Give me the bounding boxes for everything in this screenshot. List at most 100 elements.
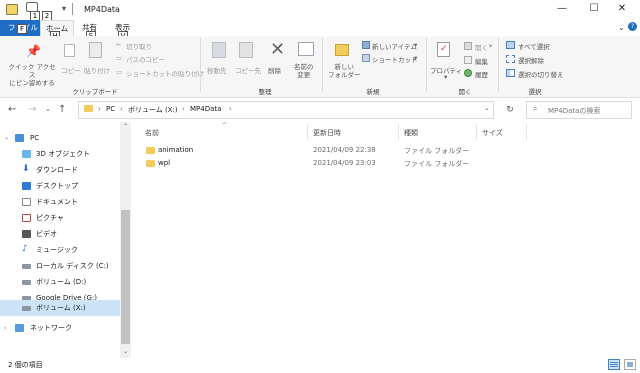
move-to-icon [212, 42, 226, 58]
column-divider[interactable] [476, 124, 477, 140]
minimize-button[interactable]: — [552, 2, 572, 16]
list-item[interactable]: wpl 2021/04/09 23:03 ファイル フォルダー [140, 158, 500, 171]
new-item-button[interactable]: 新しいアイテム [372, 41, 417, 51]
details-view-icon [610, 362, 618, 363]
move-to-button[interactable]: 移動先 [207, 65, 227, 75]
open-button[interactable]: 開く [475, 42, 488, 52]
new-folder-button[interactable]: 新しい フォルダー [328, 63, 361, 79]
nav-item-volume-x[interactable]: ボリューム (X:) [0, 300, 120, 316]
breadcrumb-pc[interactable]: PC [106, 105, 115, 113]
select-none-button[interactable]: 選択解除 [518, 55, 544, 65]
chevron-right-icon[interactable]: › [229, 105, 232, 113]
column-divider[interactable] [307, 124, 308, 140]
status-bar [0, 358, 640, 373]
documents-icon [22, 198, 31, 206]
nav-item-label: ミュージック [36, 246, 78, 254]
ribbon-collapse-icon[interactable]: ⌄ [618, 23, 625, 32]
shortcut-button[interactable]: ショートカット [372, 54, 418, 64]
copy-button[interactable]: コピー [61, 65, 81, 75]
nav-item-pictures[interactable]: ピクチャ [0, 210, 120, 226]
forward-arrow-icon[interactable]: → [28, 104, 36, 115]
paste-shortcut-icon: ▭ [116, 68, 123, 76]
chevron-down-icon[interactable]: ▾ [489, 42, 492, 50]
nav-scrollbar-thumb[interactable] [121, 210, 130, 344]
chevron-down-icon[interactable]: ▾ [414, 41, 417, 49]
checkmark-icon: ✓ [440, 44, 448, 54]
column-divider[interactable] [398, 124, 399, 140]
list-item[interactable]: animation 2021/04/09 22:38 ファイル フォルダー [140, 145, 500, 158]
up-arrow-icon[interactable]: ↑ [58, 104, 66, 115]
paste-shortcut-button[interactable]: ショートカットの貼り付け [126, 68, 204, 78]
address-history-chevron-icon[interactable]: ⌄ [484, 104, 490, 112]
file-modified: 2021/04/09 22:38 [313, 146, 376, 154]
file-name: wpl [158, 159, 171, 167]
invert-selection-icon [506, 69, 515, 77]
column-divider[interactable] [526, 124, 527, 140]
properties-qat-icon[interactable] [26, 2, 38, 12]
breadcrumb-mp4data[interactable]: MP4Data [190, 105, 221, 113]
item-count: 2 個の項目 [8, 361, 43, 369]
search-placeholder: MP4Dataの検索 [548, 107, 601, 115]
nav-item-videos[interactable]: ビデオ [0, 226, 120, 242]
file-name: animation [158, 146, 194, 154]
edit-icon [464, 56, 472, 64]
qat-dropdown-icon[interactable]: ▾ [62, 4, 66, 13]
select-all-button[interactable]: すべて選択 [518, 41, 550, 51]
nav-item-pc[interactable]: PC [0, 130, 120, 146]
nav-item-label: ビデオ [36, 230, 57, 238]
breadcrumb-volume-x[interactable]: ボリューム (X:) [128, 105, 178, 115]
edit-button[interactable]: 編集 [475, 56, 488, 66]
rename-icon [298, 42, 314, 56]
refresh-button[interactable]: ↻ [500, 102, 520, 118]
rename-button[interactable]: 名前の 変更 [294, 63, 314, 79]
nav-item-music[interactable]: ♪ ミュージック [0, 242, 120, 258]
copy-path-button[interactable]: パスのコピー [126, 54, 165, 64]
new-group-label: 新規 [366, 88, 380, 96]
maximize-button[interactable]: ☐ [584, 2, 604, 16]
close-button[interactable]: ✕ [612, 2, 632, 16]
column-size[interactable]: サイズ [482, 128, 503, 138]
nav-item-volume-d[interactable]: ボリューム (D:) [0, 274, 120, 290]
column-name[interactable]: 名前 [145, 128, 159, 138]
nav-item-desktop[interactable]: デスクトップ [0, 178, 120, 194]
column-type[interactable]: 種類 [404, 128, 418, 138]
open-icon [464, 42, 472, 50]
pin-quick-access-button[interactable]: クイック アクセス にピン留めする [6, 63, 58, 87]
new-item-icon [362, 41, 370, 49]
nav-item-local-disk-c[interactable]: ローカル ディスク (C:) [0, 258, 120, 274]
column-modified[interactable]: 更新日時 [313, 128, 341, 138]
delete-icon: ✕ [270, 39, 286, 60]
nav-item-3d-objects[interactable]: 3D オブジェクト [0, 146, 120, 162]
music-icon: ♪ [22, 244, 28, 254]
history-button[interactable]: 履歴 [475, 69, 488, 79]
chevron-right-icon[interactable]: › [120, 105, 123, 113]
nav-item-downloads[interactable]: ⬇ ダウンロード [0, 162, 120, 178]
paste-button[interactable]: 貼り付け [84, 65, 110, 75]
invert-selection-button[interactable]: 選択の切り替え [518, 69, 564, 79]
recent-locations-icon[interactable]: ⌄ [45, 105, 51, 113]
folder-icon [146, 147, 155, 154]
copy-to-button[interactable]: コピー先 [235, 65, 261, 75]
chevron-down-icon[interactable]: ▾ [444, 73, 447, 81]
nav-item-documents[interactable]: ドキュメント [0, 194, 120, 210]
cut-button[interactable]: 切り取り [126, 41, 152, 51]
chevron-down-icon[interactable]: ▾ [414, 54, 417, 62]
nav-item-label: 3D オブジェクト [36, 150, 91, 158]
scroll-up-icon[interactable]: ⌃ [121, 123, 130, 130]
delete-button[interactable]: 削除 [268, 65, 281, 75]
chevron-right-icon[interactable]: › [182, 105, 185, 113]
help-icon[interactable]: ? [628, 22, 637, 31]
nav-item-label: ピクチャ [36, 214, 64, 222]
sort-indicator-icon: ^ [222, 122, 228, 129]
network-icon [15, 324, 24, 332]
chevron-right-icon[interactable]: › [98, 105, 101, 113]
back-arrow-icon[interactable]: ← [8, 104, 16, 115]
details-view-button[interactable] [608, 359, 620, 370]
ribbon-separator [426, 38, 427, 92]
title-divider [72, 3, 73, 15]
folder-icon[interactable] [6, 4, 18, 15]
scroll-down-icon[interactable]: ⌄ [121, 348, 130, 355]
nav-item-network[interactable]: ネットワーク [0, 320, 120, 336]
clipboard-group-label: クリップボード [72, 88, 118, 96]
pin-icon: 📌 [26, 44, 41, 58]
